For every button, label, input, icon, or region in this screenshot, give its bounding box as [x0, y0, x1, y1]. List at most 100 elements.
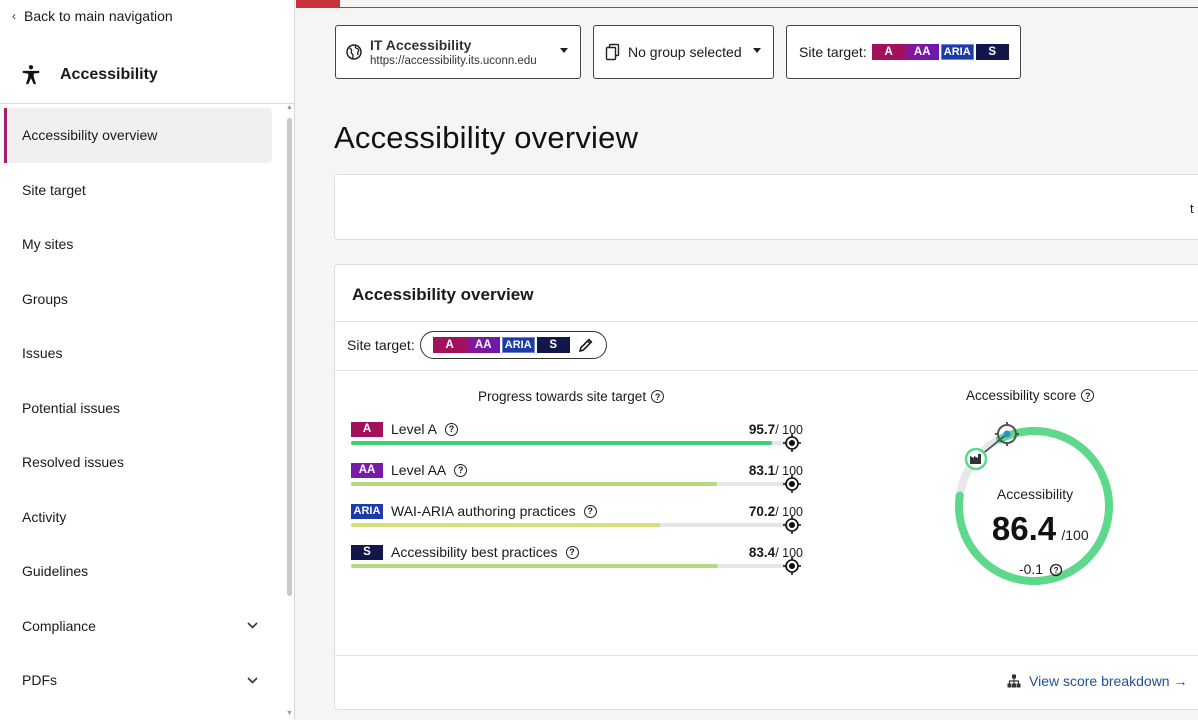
- sidebar-item-accessibility-overview[interactable]: Accessibility overview: [4, 108, 272, 163]
- edit-site-target-button[interactable]: A AA ARIA S: [419, 331, 607, 359]
- scroll-down-arrow-icon[interactable]: ▼: [286, 710, 293, 717]
- svg-text:?: ?: [1054, 566, 1059, 575]
- sidebar-item-label: Resolved issues: [22, 454, 124, 471]
- progress-row-label: AA Level AA ?: [351, 462, 468, 478]
- help-icon[interactable]: ?: [565, 545, 579, 559]
- sidebar: ‹ Back to main navigation Accessibility …: [0, 0, 295, 720]
- sidebar-item-label: Activity: [22, 508, 67, 525]
- chevron-left-icon: ‹: [12, 9, 16, 23]
- breakdown-link-label: View score breakdown →: [1029, 673, 1188, 689]
- divider: [335, 655, 1198, 656]
- copy-icon: [605, 43, 620, 61]
- progress-row-level-a: A Level A ? 95.7/ 100: [351, 421, 803, 453]
- progress-row-label: ARIA WAI-ARIA authoring practices ?: [351, 503, 597, 519]
- site-selector-text: IT Accessibility https://accessibility.i…: [370, 37, 537, 67]
- hierarchy-icon: [1007, 674, 1021, 688]
- gauge-score-change: -0.1: [1019, 561, 1043, 577]
- sidebar-scrollbar-thumb[interactable]: [287, 118, 292, 596]
- help-icon[interactable]: ?: [1081, 389, 1095, 402]
- progress-track: [351, 482, 791, 486]
- site-target-badges: A AA ARIA S: [871, 44, 1009, 60]
- progress-row-label: A Level A ?: [351, 421, 458, 437]
- top-accent-line: [296, 7, 1198, 8]
- globe-icon: [346, 44, 362, 60]
- progress-section-title: Progress towards site target ?: [478, 389, 665, 404]
- accessibility-overview-card: Accessibility overview Site target: A AA…: [334, 264, 1198, 710]
- row-score-value: 83.4: [748, 545, 776, 560]
- accessibility-score-gauge: Accessibility 86.4 /100 -0.1 ?: [955, 422, 1113, 585]
- row-score-value: 70.2: [748, 504, 776, 519]
- badge-a: A: [871, 44, 906, 60]
- target-icon: [783, 557, 801, 575]
- back-to-main-nav-link[interactable]: ‹ Back to main navigation: [12, 8, 173, 24]
- badge-aria: ARIA: [501, 337, 535, 353]
- row-label: WAI-ARIA authoring practices: [391, 503, 576, 519]
- sidebar-item-label: PDFs: [22, 672, 57, 689]
- group-selector-value: No group selected: [628, 44, 742, 60]
- factory-icon: [964, 447, 988, 471]
- scroll-up-arrow-icon[interactable]: ▲: [286, 104, 293, 111]
- sidebar-item-activity[interactable]: Activity: [4, 490, 272, 545]
- sidebar-item-label: Potential issues: [22, 399, 121, 416]
- site-selector[interactable]: IT Accessibility https://accessibility.i…: [335, 25, 581, 79]
- badge-a: A: [432, 337, 467, 353]
- gauge-score-value: 86.4: [992, 510, 1057, 547]
- divider: [335, 370, 1198, 371]
- sidebar-item-label: Compliance: [22, 617, 96, 634]
- progress-fill: [351, 441, 773, 445]
- sidebar-item-label: Issues: [22, 345, 63, 362]
- sidebar-item-site-target[interactable]: Site target: [4, 163, 272, 218]
- group-selector[interactable]: No group selected: [593, 25, 774, 79]
- progress-title-text: Progress towards site target: [478, 389, 647, 404]
- target-icon: [783, 516, 801, 534]
- badge-aria: ARIA: [940, 44, 974, 60]
- sidebar-item-potential-issues[interactable]: Potential issues: [4, 381, 272, 436]
- pencil-icon: [578, 338, 593, 353]
- sidebar-item-my-sites[interactable]: My sites: [4, 217, 272, 272]
- badge-aa: AA: [466, 337, 500, 353]
- badge-s: S: [536, 337, 570, 353]
- help-icon[interactable]: ?: [583, 504, 597, 518]
- progress-row-wai-aria: ARIA WAI-ARIA authoring practices ? 70.2…: [351, 503, 803, 535]
- progress-fill: [351, 564, 718, 568]
- row-label: Level A: [391, 421, 437, 437]
- sidebar-item-label: Accessibility overview: [22, 127, 158, 144]
- sidebar-item-pdfs[interactable]: PDFs: [4, 653, 272, 708]
- badge-aa: AA: [905, 44, 939, 60]
- site-target-selector[interactable]: Site target: A AA ARIA S: [786, 25, 1021, 79]
- progress-track: [351, 564, 791, 568]
- progress-row-label: S Accessibility best practices ?: [351, 544, 579, 560]
- progress-row-level-aa: AA Level AA ? 83.1/ 100: [351, 462, 803, 494]
- help-icon[interactable]: ?: [454, 463, 468, 477]
- sidebar-item-issues[interactable]: Issues: [4, 326, 272, 381]
- view-score-breakdown-link[interactable]: View score breakdown →: [1007, 673, 1187, 689]
- row-score-value: 95.7: [748, 422, 776, 437]
- badge-aa: AA: [351, 462, 383, 478]
- sidebar-divider: [0, 103, 294, 104]
- chevron-down-icon: [247, 677, 258, 684]
- badge-s: S: [975, 44, 1009, 60]
- caret-down-icon: [753, 48, 761, 53]
- chevron-down-icon: [247, 622, 258, 629]
- gauge-label: Accessibility: [997, 486, 1073, 502]
- site-name: IT Accessibility: [370, 37, 472, 53]
- overview-card-heading: Accessibility overview: [352, 285, 534, 304]
- site-url: https://accessibility.its.uconn.edu: [370, 55, 537, 67]
- summary-card-text: t: [1190, 201, 1194, 216]
- score-title-text: Accessibility score: [966, 388, 1077, 403]
- gauge-score-max: /100: [1061, 527, 1088, 543]
- sidebar-item-compliance[interactable]: Compliance: [4, 599, 272, 654]
- help-icon[interactable]: ?: [444, 422, 458, 436]
- progress-fill: [351, 523, 660, 527]
- sidebar-item-label: Site target: [22, 181, 86, 198]
- sidebar-item-groups[interactable]: Groups: [4, 272, 272, 327]
- sidebar-item-label: Groups: [22, 290, 68, 307]
- sidebar-item-guidelines[interactable]: Guidelines: [4, 544, 272, 599]
- help-icon[interactable]: ?: [1049, 563, 1063, 577]
- divider: [335, 321, 1198, 322]
- summary-card: t: [334, 174, 1198, 240]
- badge-aria: ARIA: [351, 503, 383, 519]
- help-icon[interactable]: ?: [651, 390, 665, 403]
- row-score-value: 83.1: [748, 463, 776, 478]
- sidebar-item-resolved-issues[interactable]: Resolved issues: [4, 435, 272, 490]
